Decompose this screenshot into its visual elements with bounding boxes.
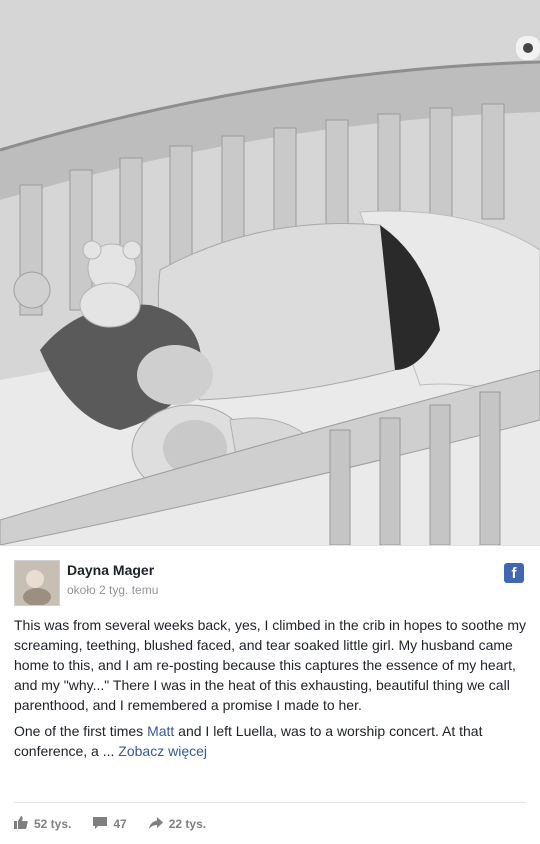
post-header: Dayna Mager około 2 tyg. temu f <box>14 560 526 606</box>
crib-photo-illustration <box>0 0 540 545</box>
tagged-person-link[interactable]: Matt <box>147 723 174 739</box>
like-button[interactable]: 52 tys. <box>14 816 71 832</box>
post-paragraph-2: One of the first times Matt and I left L… <box>14 721 526 761</box>
comments-count: 47 <box>113 817 127 831</box>
shares-count: 22 tys. <box>168 817 207 831</box>
likes-count: 52 tys. <box>34 817 72 831</box>
post-body: This was from several weeks back, yes, I… <box>14 615 526 767</box>
author-name[interactable]: Dayna Mager <box>67 562 154 578</box>
avatar-image <box>15 561 59 605</box>
share-arrow-icon <box>148 816 163 832</box>
paragraph-2-text-before: One of the first times <box>14 723 148 739</box>
comment-button[interactable]: 47 <box>93 816 127 832</box>
post-photo[interactable] <box>0 0 540 545</box>
comment-icon <box>93 816 108 832</box>
divider <box>14 802 526 803</box>
post-card: Dayna Mager około 2 tyg. temu f This was… <box>0 545 540 844</box>
facebook-icon[interactable]: f <box>504 563 524 583</box>
post-timestamp[interactable]: około 2 tyg. temu <box>67 583 158 597</box>
post-paragraph-1: This was from several weeks back, yes, I… <box>14 617 526 713</box>
avatar[interactable] <box>14 560 60 606</box>
share-button[interactable]: 22 tys. <box>148 816 207 832</box>
see-more-link[interactable]: Zobacz więcej <box>118 743 207 759</box>
engagement-bar: 52 tys. 47 22 tys. <box>14 814 228 834</box>
thumbs-up-icon <box>14 816 28 832</box>
